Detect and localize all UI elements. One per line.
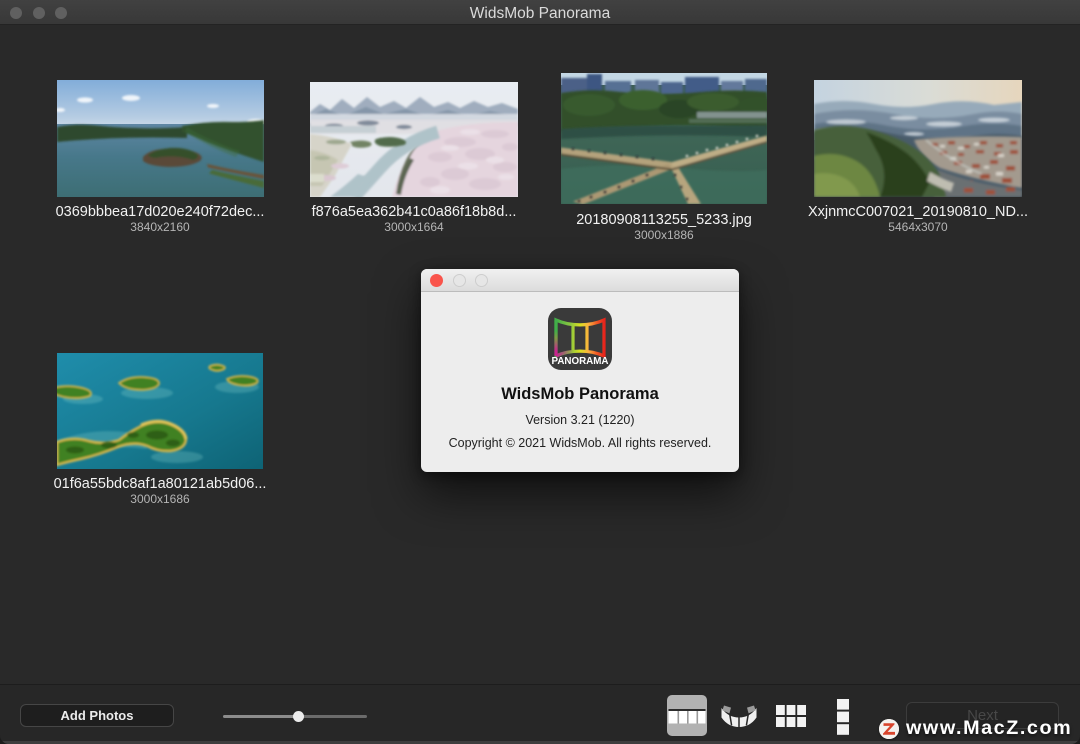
svg-text:PANORAMA: PANORAMA (552, 356, 609, 367)
